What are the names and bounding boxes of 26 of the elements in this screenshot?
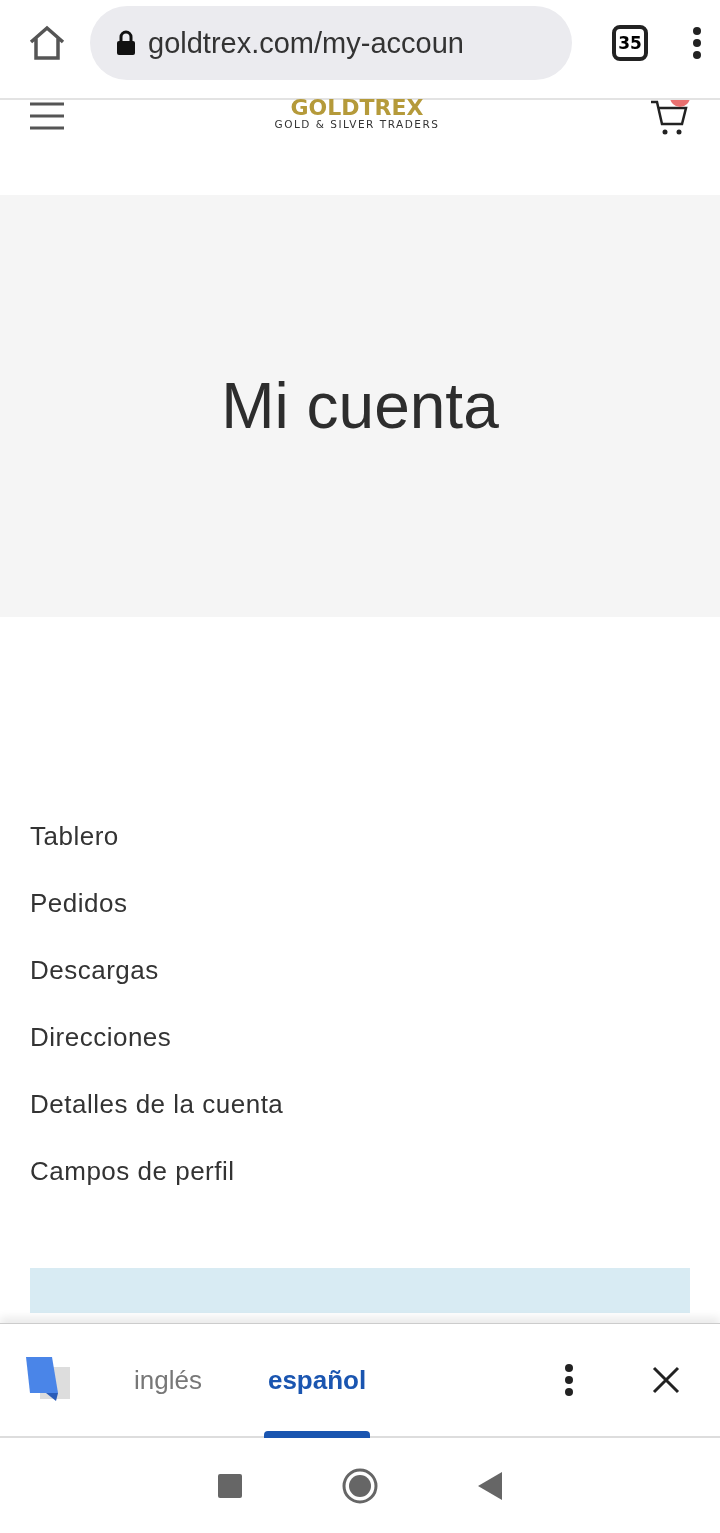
cart-icon[interactable] xyxy=(650,100,690,136)
back-icon[interactable] xyxy=(478,1471,502,1500)
url-text: goldtrex.com/my-accoun xyxy=(148,26,464,60)
account-menu-link[interactable]: Direcciones xyxy=(30,1018,690,1057)
close-icon[interactable] xyxy=(652,1366,680,1394)
account-menu-link[interactable]: Tablero xyxy=(30,817,690,856)
home-button-icon[interactable] xyxy=(342,1467,378,1504)
translate-icon[interactable] xyxy=(26,1357,72,1403)
account-menu-link[interactable]: Descargas xyxy=(30,951,690,990)
page-title: Mi cuenta xyxy=(221,369,499,443)
home-icon[interactable] xyxy=(28,25,66,61)
logo[interactable]: GOLDTREX GOLD & SILVER TRADERS xyxy=(274,100,440,130)
logo-wordmark: GOLDTREX xyxy=(290,98,424,118)
more-options-icon[interactable] xyxy=(564,1363,574,1397)
account-menu-link[interactable]: Campos de perfil xyxy=(30,1152,690,1191)
lock-icon xyxy=(116,30,136,56)
account-menu-link[interactable]: Detalles de la cuenta xyxy=(30,1085,690,1124)
menu-icon[interactable] xyxy=(30,102,64,130)
language-tab[interactable]: inglés xyxy=(130,1324,206,1436)
menu-icon[interactable] xyxy=(692,26,702,60)
account-menu-link[interactable]: Pedidos xyxy=(30,884,690,923)
tab-count-button[interactable]: 35 xyxy=(612,25,648,61)
language-tab[interactable]: español xyxy=(263,1324,371,1436)
recents-icon[interactable] xyxy=(218,1473,242,1498)
address-bar[interactable]: goldtrex.com/my-accoun xyxy=(90,6,572,80)
logo-tagline: GOLD & SILVER TRADERS xyxy=(274,118,440,130)
